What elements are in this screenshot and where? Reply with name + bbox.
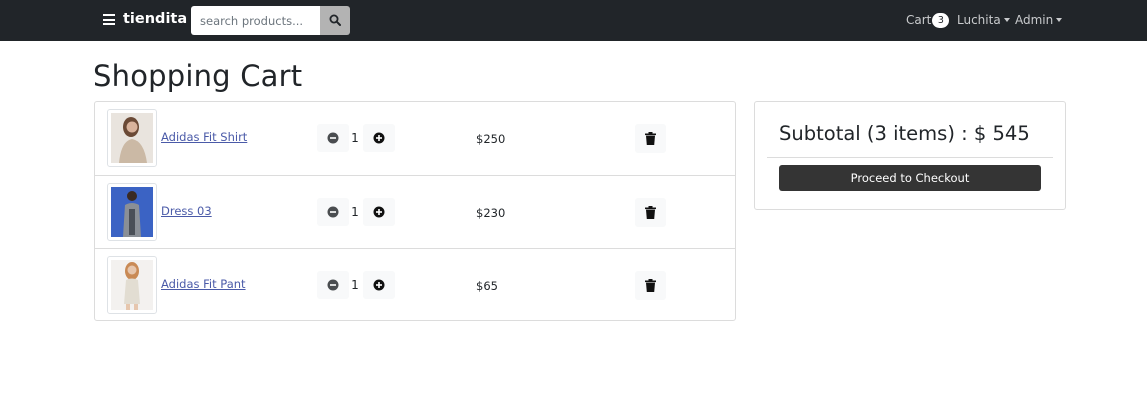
cart-item-list: Adidas Fit Shirt 1 $250 Dress 03 1 $230 … [94, 101, 736, 321]
delete-item-button[interactable] [635, 271, 666, 300]
admin-menu-label: Admin [1015, 13, 1054, 27]
cart-item-row: Adidas Fit Pant 1 $65 [95, 248, 735, 321]
quantity-value: 1 [351, 205, 359, 219]
delete-item-button[interactable] [635, 124, 666, 153]
menu-icon[interactable] [103, 14, 115, 25]
decrease-quantity-button[interactable] [317, 271, 349, 299]
decrease-quantity-button[interactable] [317, 198, 349, 226]
item-price: $65 [476, 279, 498, 293]
product-link[interactable]: Adidas Fit Pant [161, 277, 246, 291]
trash-icon [645, 206, 656, 219]
minus-circle-icon [327, 132, 339, 144]
order-summary-card: Subtotal (3 items) : $ 545 Proceed to Ch… [754, 101, 1066, 210]
plus-circle-icon [373, 206, 385, 218]
user-menu-label: Luchita [957, 13, 1001, 27]
increase-quantity-button[interactable] [363, 271, 395, 299]
minus-circle-icon [327, 279, 339, 291]
quantity-value: 1 [351, 278, 359, 292]
brand-logo[interactable]: tiendita [123, 11, 187, 27]
plus-circle-icon [373, 132, 385, 144]
cart-count-badge: 3 [932, 13, 950, 28]
caret-down-icon [1003, 18, 1010, 22]
product-link[interactable]: Dress 03 [161, 204, 212, 218]
item-price: $230 [476, 206, 506, 220]
subtotal-text: Subtotal (3 items) : $ 545 [779, 122, 1030, 145]
navbar: tiendita Cart3 Luchita Admin [0, 0, 1147, 41]
search-input[interactable] [191, 6, 320, 35]
plus-circle-icon [373, 279, 385, 291]
product-image[interactable] [107, 109, 157, 167]
cart-link[interactable]: Cart 3 [906, 13, 950, 28]
summary-divider [767, 157, 1053, 158]
trash-icon [645, 279, 656, 292]
page-title: Shopping Cart [93, 59, 303, 93]
product-link[interactable]: Adidas Fit Shirt [161, 130, 247, 144]
caret-down-icon [1056, 18, 1063, 22]
admin-menu-dropdown[interactable]: Admin [1015, 13, 1063, 27]
delete-item-button[interactable] [635, 198, 666, 227]
increase-quantity-button[interactable] [363, 198, 395, 226]
search-icon [329, 14, 341, 26]
product-image[interactable] [107, 183, 157, 241]
user-menu-dropdown[interactable]: Luchita [957, 13, 1010, 27]
minus-circle-icon [327, 206, 339, 218]
cart-item-row: Adidas Fit Shirt 1 $250 [95, 102, 735, 175]
search-button[interactable] [320, 6, 350, 35]
proceed-to-checkout-button[interactable]: Proceed to Checkout [779, 165, 1041, 191]
decrease-quantity-button[interactable] [317, 124, 349, 152]
increase-quantity-button[interactable] [363, 124, 395, 152]
trash-icon [645, 132, 656, 145]
product-image[interactable] [107, 256, 157, 314]
cart-item-row: Dress 03 1 $230 [95, 175, 735, 248]
cart-label: Cart [906, 13, 932, 27]
quantity-value: 1 [351, 131, 359, 145]
item-price: $250 [476, 132, 506, 146]
